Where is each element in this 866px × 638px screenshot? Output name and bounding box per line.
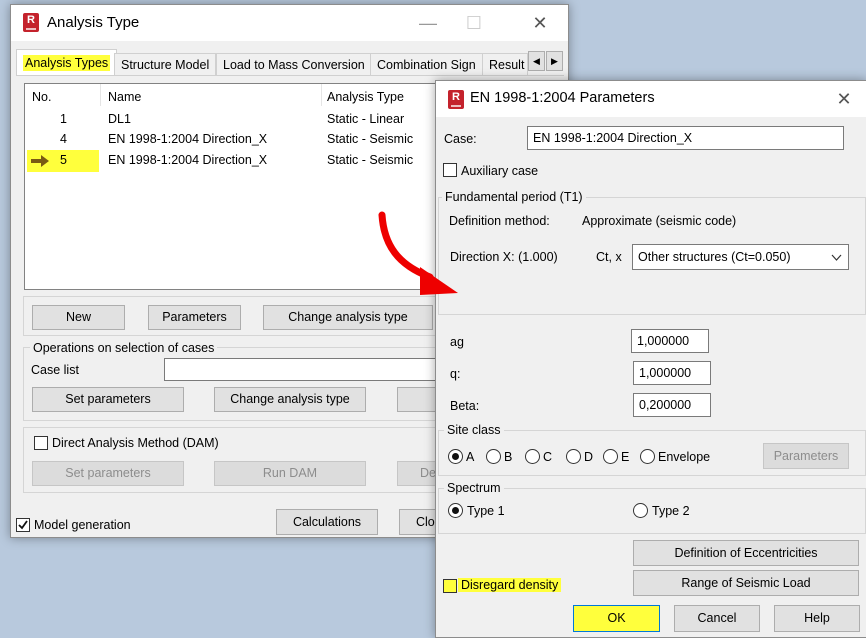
params-dialog-title: EN 1998-1:2004 Parameters bbox=[470, 90, 655, 106]
q-input[interactable]: 1,000000 bbox=[633, 361, 711, 385]
dam-checkbox[interactable] bbox=[34, 436, 48, 450]
site-class-c-radio[interactable] bbox=[525, 449, 540, 464]
checkmark-icon bbox=[18, 520, 28, 530]
analysis-window-titlebar[interactable]: R Analysis Type — ☐ ✕ bbox=[11, 5, 568, 41]
change-analysis-type-selection-button[interactable]: Change analysis type bbox=[214, 387, 366, 412]
robot-app-icon: R bbox=[23, 13, 39, 32]
col-header-name[interactable]: Name bbox=[108, 90, 141, 104]
row-name: EN 1998-1:2004 Direction_X bbox=[108, 153, 268, 167]
disregard-density-label: Disregard density bbox=[458, 578, 562, 592]
table-row[interactable]: 4 EN 1998-1:2004 Direction_X Static - Se… bbox=[25, 130, 443, 150]
site-class-a-label: A bbox=[466, 450, 475, 464]
table-row-selected[interactable]: 5 EN 1998-1:2004 Direction_X Static - Se… bbox=[25, 150, 443, 172]
table-row[interactable]: 1 DL1 Static - Linear bbox=[25, 110, 443, 130]
site-class-e-label: E bbox=[621, 450, 630, 464]
ct-structure-select[interactable]: Other structures (Ct=0.050) bbox=[632, 244, 849, 270]
tab-structure-model[interactable]: Structure Model bbox=[114, 53, 217, 76]
tab-analysis-types-label: Analysis Types bbox=[23, 55, 111, 71]
calculations-button[interactable]: Calculations bbox=[276, 509, 378, 535]
spectrum-type2-radio[interactable] bbox=[633, 503, 648, 518]
site-class-envelope-radio[interactable] bbox=[640, 449, 655, 464]
site-class-c-label: C bbox=[543, 450, 553, 464]
site-parameters-button[interactable]: Parameters bbox=[763, 443, 849, 469]
auxiliary-case-checkbox[interactable] bbox=[443, 163, 457, 177]
site-class-e-radio[interactable] bbox=[603, 449, 618, 464]
chevron-down-icon bbox=[831, 254, 842, 261]
col-divider bbox=[321, 84, 322, 106]
spectrum-type1-label: Type 1 bbox=[467, 504, 505, 518]
tab-combination-sign[interactable]: Combination Sign bbox=[370, 53, 483, 76]
definition-method-value: Approximate (seismic code) bbox=[582, 214, 737, 228]
model-generation-label: Model generation bbox=[34, 518, 131, 532]
site-class-d-radio[interactable] bbox=[566, 449, 581, 464]
row-name: DL1 bbox=[108, 112, 131, 126]
robot-app-icon: R bbox=[448, 90, 464, 109]
dam-label: Direct Analysis Method (DAM) bbox=[52, 436, 219, 450]
col-divider bbox=[100, 84, 101, 106]
tab-panel bbox=[16, 75, 564, 76]
row-no: 1 bbox=[60, 112, 67, 126]
tab-result[interactable]: Result bbox=[482, 53, 528, 76]
case-list-input[interactable] bbox=[164, 358, 444, 381]
row-type: Static - Seismic bbox=[327, 132, 414, 146]
operations-group-label: Operations on selection of cases bbox=[30, 341, 218, 355]
case-name-input[interactable]: EN 1998-1:2004 Direction_X bbox=[527, 126, 844, 150]
site-class-a-radio[interactable] bbox=[448, 449, 463, 464]
dam-set-parameters-button[interactable]: Set parameters bbox=[32, 461, 184, 486]
analysis-window-title: Analysis Type bbox=[47, 14, 140, 31]
minimize-icon[interactable]: — bbox=[405, 5, 451, 41]
run-dam-button[interactable]: Run DAM bbox=[214, 461, 366, 486]
site-class-label: Site class bbox=[444, 423, 504, 437]
ag-label: ag bbox=[450, 335, 464, 349]
tab-load-to-mass[interactable]: Load to Mass Conversion bbox=[216, 53, 372, 76]
model-generation-checkbox[interactable] bbox=[16, 518, 30, 532]
row-type: Static - Seismic bbox=[327, 153, 414, 167]
case-label: Case: bbox=[444, 132, 477, 146]
close-icon[interactable]: ✕ bbox=[821, 81, 866, 117]
site-class-d-label: D bbox=[584, 450, 594, 464]
ct-x-label: Ct, x bbox=[596, 250, 622, 264]
disregard-density-checkbox[interactable] bbox=[443, 579, 457, 593]
row-no: 5 bbox=[60, 153, 67, 167]
ok-button[interactable]: OK bbox=[573, 605, 660, 632]
set-parameters-button[interactable]: Set parameters bbox=[32, 387, 184, 412]
fundamental-period-label: Fundamental period (T1) bbox=[442, 190, 586, 204]
case-list-label: Case list bbox=[31, 363, 79, 377]
q-label: q: bbox=[450, 367, 461, 381]
tab-scroll-right-icon[interactable]: ▶ bbox=[546, 51, 563, 71]
parameters-button[interactable]: Parameters bbox=[148, 305, 241, 330]
help-button[interactable]: Help bbox=[774, 605, 860, 632]
spectrum-type2-label: Type 2 bbox=[652, 504, 690, 518]
site-class-envelope-label: Envelope bbox=[658, 450, 711, 464]
col-header-analysis-type[interactable]: Analysis Type bbox=[327, 90, 404, 104]
arrow-right-icon bbox=[31, 155, 49, 167]
beta-label: Beta: bbox=[450, 399, 480, 413]
definition-of-eccentricities-button[interactable]: Definition of Eccentricities bbox=[633, 540, 859, 566]
en1998-parameters-dialog: R EN 1998-1:2004 Parameters ✕ Case: EN 1… bbox=[435, 80, 866, 638]
site-class-b-radio[interactable] bbox=[486, 449, 501, 464]
cancel-button[interactable]: Cancel bbox=[674, 605, 760, 632]
ag-input[interactable]: 1,000000 bbox=[631, 329, 709, 353]
row-type: Static - Linear bbox=[327, 112, 405, 126]
maximize-icon[interactable]: ☐ bbox=[451, 5, 497, 41]
red-annotation-arrow-icon bbox=[378, 211, 458, 295]
col-header-no[interactable]: No. bbox=[32, 90, 51, 104]
tab-analysis-types[interactable]: Analysis Types bbox=[16, 49, 118, 76]
beta-input[interactable]: 0,200000 bbox=[633, 393, 711, 417]
row-no: 4 bbox=[60, 132, 67, 146]
site-class-b-label: B bbox=[504, 450, 513, 464]
spectrum-type1-radio[interactable] bbox=[448, 503, 463, 518]
ct-structure-value: Other structures (Ct=0.050) bbox=[638, 250, 791, 264]
range-of-seismic-load-button[interactable]: Range of Seismic Load bbox=[633, 570, 859, 596]
change-analysis-type-button[interactable]: Change analysis type bbox=[263, 305, 433, 330]
tab-scroll-left-icon[interactable]: ◀ bbox=[528, 51, 545, 71]
params-titlebar[interactable]: R EN 1998-1:2004 Parameters ✕ bbox=[436, 81, 866, 117]
row-name: EN 1998-1:2004 Direction_X bbox=[108, 132, 268, 146]
auxiliary-case-label: Auxiliary case bbox=[461, 164, 539, 178]
spectrum-label: Spectrum bbox=[444, 481, 504, 495]
close-icon[interactable]: ✕ bbox=[517, 5, 563, 41]
new-button[interactable]: New bbox=[32, 305, 125, 330]
